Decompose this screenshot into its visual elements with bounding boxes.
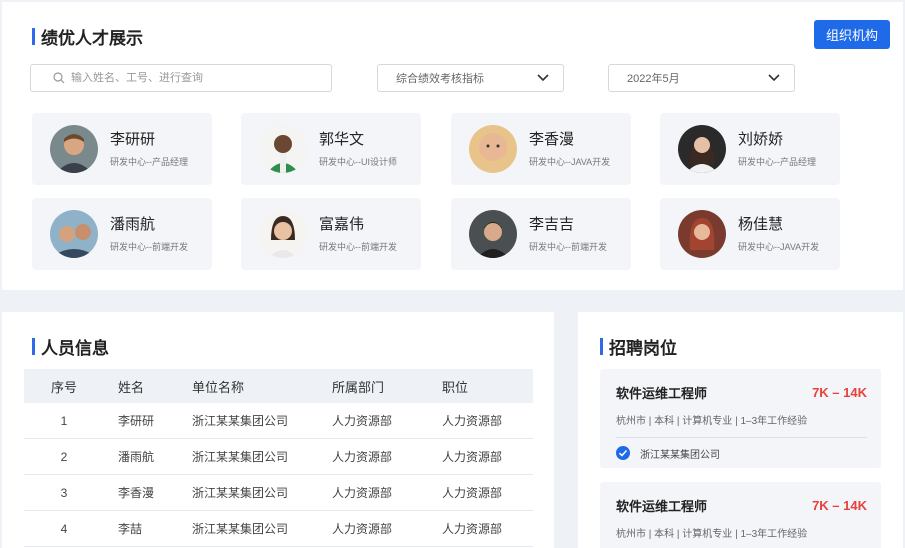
person-card[interactable]: 李吉吉研发中心--前端开发	[451, 198, 631, 270]
avatar	[469, 125, 517, 173]
person-name: 郭华文	[319, 130, 365, 148]
cell-department: 人力资源部	[332, 414, 393, 428]
company-name: 浙江某某集团公司	[640, 449, 720, 461]
jobs-panel: 招聘岗位 软件运维工程师 7K – 14K 杭州市 | 本科 | 计算机专业 |…	[578, 312, 903, 548]
people-title: 人员信息	[41, 339, 109, 358]
section-title-top: 绩优人才展示	[32, 24, 143, 49]
job-title: 软件运维工程师	[616, 386, 708, 401]
cell-name: 潘雨航	[118, 450, 155, 464]
person-dept: 研发中心--JAVA开发	[738, 241, 820, 252]
cell-index: 2	[60, 449, 68, 464]
person-name: 富嘉伟	[319, 215, 365, 233]
people-info-panel: 人员信息 序号 姓名 单位名称 所属部门 职位 1 李研研 浙江某某集团公司 人…	[2, 312, 554, 548]
cell-position: 人力资源部	[442, 486, 503, 500]
avatar	[259, 210, 307, 258]
cell-index: 4	[60, 521, 68, 536]
person-dept: 研发中心--前端开发	[529, 241, 607, 252]
cell-position: 人力资源部	[442, 450, 503, 464]
cell-company: 浙江某某集团公司	[192, 522, 289, 536]
jobs-title: 招聘岗位	[609, 339, 677, 358]
search-box[interactable]	[30, 64, 332, 92]
search-icon	[53, 72, 65, 84]
cell-company: 浙江某某集团公司	[192, 414, 289, 428]
person-dept: 研发中心--产品经理	[110, 156, 188, 167]
cell-name: 李香漫	[118, 486, 155, 500]
cell-index: 3	[60, 485, 68, 500]
person-card[interactable]: 潘雨航研发中心--前端开发	[32, 198, 212, 270]
section-title-people: 人员信息	[32, 334, 109, 359]
job-meta: 杭州市 | 本科 | 计算机专业 | 1–3年工作经验	[616, 525, 867, 548]
job-card[interactable]: 软件运维工程师 7K – 14K 杭州市 | 本科 | 计算机专业 | 1–3年…	[600, 369, 881, 468]
header-index: 序号	[50, 379, 77, 395]
table-row[interactable]: 2 潘雨航 浙江某某集团公司 人力资源部 人力资源部	[24, 439, 533, 475]
person-name: 杨佳慧	[738, 215, 784, 233]
title-accent-bar	[32, 28, 35, 45]
person-card[interactable]: 李香漫研发中心--JAVA开发	[451, 113, 631, 185]
cell-index: 1	[60, 413, 68, 428]
person-name: 刘娇娇	[738, 130, 784, 148]
person-name: 潘雨航	[110, 215, 156, 233]
table-row[interactable]: 3 李香漫 浙江某某集团公司 人力资源部 人力资源部	[24, 475, 533, 511]
title-accent-bar	[600, 338, 603, 355]
person-dept: 研发中心--前端开发	[319, 241, 397, 252]
person-dept: 研发中心--JAVA开发	[529, 156, 611, 167]
avatar	[259, 125, 307, 173]
chevron-down-icon	[768, 74, 780, 82]
cell-company: 浙江某某集团公司	[192, 450, 289, 464]
job-card[interactable]: 软件运维工程师 7K – 14K 杭州市 | 本科 | 计算机专业 | 1–3年…	[600, 482, 881, 548]
table-row[interactable]: 1 李研研 浙江某某集团公司 人力资源部 人力资源部	[24, 403, 533, 439]
table-row[interactable]: 4 李喆 浙江某某集团公司 人力资源部 人力资源部	[24, 511, 533, 547]
cell-position: 人力资源部	[442, 522, 503, 536]
person-card[interactable]: 郭华文研发中心--UI设计师	[241, 113, 421, 185]
title-accent-bar	[32, 338, 35, 355]
person-dept: 研发中心--UI设计师	[319, 156, 397, 167]
date-select-value: 2022年5月	[627, 73, 680, 85]
avatar	[50, 125, 98, 173]
person-card[interactable]: 富嘉伟研发中心--前端开发	[241, 198, 421, 270]
date-select[interactable]: 2022年5月	[608, 64, 795, 92]
top-title: 绩优人才展示	[41, 29, 143, 48]
avatar	[678, 125, 726, 173]
cell-name: 李喆	[118, 522, 143, 536]
cell-department: 人力资源部	[332, 522, 393, 536]
header-department: 所属部门	[332, 379, 385, 395]
table-header: 序号 姓名 单位名称 所属部门 职位	[24, 369, 533, 403]
person-name: 李研研	[110, 130, 156, 148]
search-input[interactable]	[71, 72, 311, 84]
person-name: 李香漫	[529, 130, 575, 148]
job-salary: 7K – 14K	[812, 498, 867, 513]
header-name: 姓名	[118, 379, 145, 395]
person-card[interactable]: 杨佳慧研发中心--JAVA开发	[660, 198, 840, 270]
job-meta: 杭州市 | 本科 | 计算机专业 | 1–3年工作经验	[616, 412, 867, 438]
job-title: 软件运维工程师	[616, 499, 708, 514]
person-card[interactable]: 刘娇娇研发中心--产品经理	[660, 113, 840, 185]
avatar	[50, 210, 98, 258]
people-table: 序号 姓名 单位名称 所属部门 职位 1 李研研 浙江某某集团公司 人力资源部 …	[24, 369, 533, 547]
avatar	[469, 210, 517, 258]
metric-select[interactable]: 综合绩效考核指标	[377, 64, 564, 92]
avatar	[678, 210, 726, 258]
cell-position: 人力资源部	[442, 414, 503, 428]
person-dept: 研发中心--产品经理	[738, 156, 816, 167]
person-card[interactable]: 李研研研发中心--产品经理	[32, 113, 212, 185]
cell-company: 浙江某某集团公司	[192, 486, 289, 500]
person-name: 李吉吉	[529, 215, 575, 233]
check-badge-icon	[616, 446, 630, 460]
person-dept: 研发中心--前端开发	[110, 241, 188, 252]
header-position: 职位	[442, 379, 469, 395]
cell-department: 人力资源部	[332, 486, 393, 500]
job-salary: 7K – 14K	[812, 385, 867, 400]
cell-name: 李研研	[118, 414, 155, 428]
job-company: 浙江某某集团公司	[616, 438, 867, 468]
metric-select-value: 综合绩效考核指标	[396, 73, 484, 85]
header-company: 单位名称	[192, 379, 245, 395]
cell-department: 人力资源部	[332, 450, 393, 464]
org-structure-button[interactable]: 组织机构	[814, 20, 890, 49]
section-title-jobs: 招聘岗位	[600, 334, 677, 359]
chevron-down-icon	[537, 74, 549, 82]
